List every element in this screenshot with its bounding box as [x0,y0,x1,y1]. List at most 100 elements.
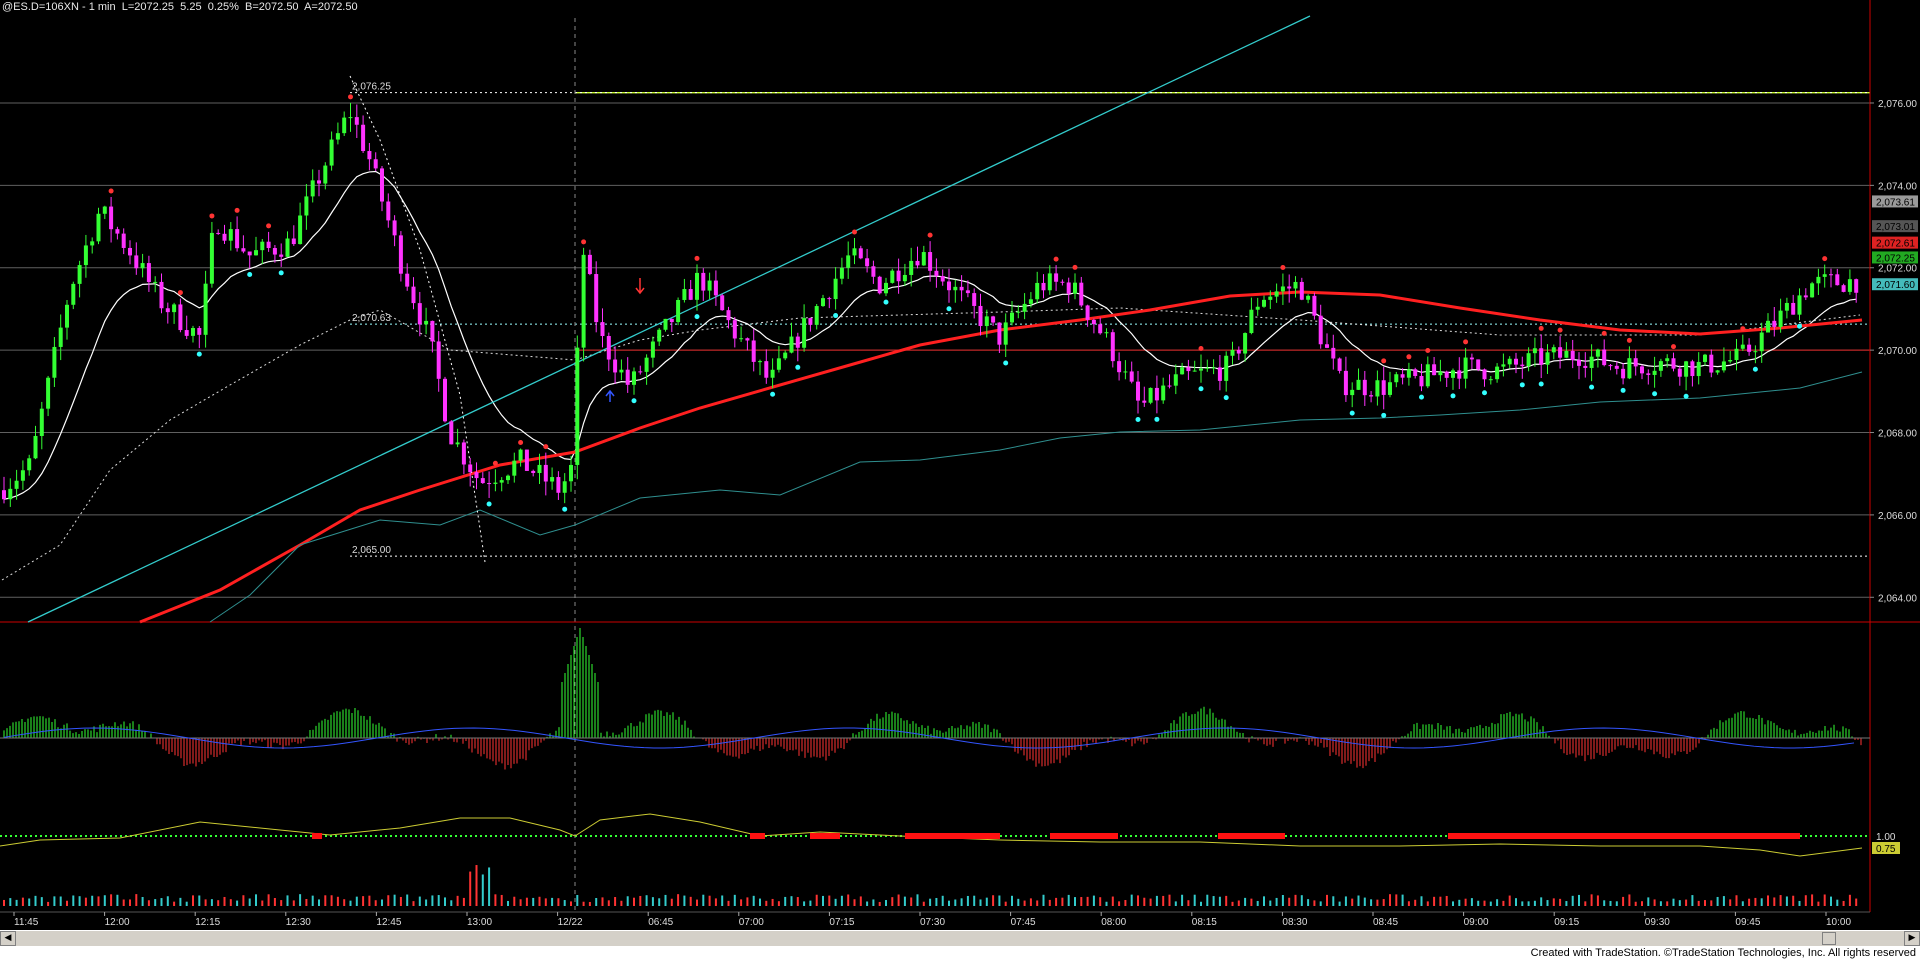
indicator-red-block [1050,833,1118,839]
candle-body [128,247,132,256]
candle-body [1343,370,1348,396]
pivot-low-dot [631,398,637,404]
scroll-left-button[interactable]: ◀ [0,931,16,946]
candle-body [1054,273,1059,282]
time-tick-label: 08:30 [1282,917,1307,928]
candle-body [865,258,870,267]
time-tick-label: 07:00 [739,917,764,928]
candle-body [839,267,844,279]
candle-body [802,318,807,348]
price-tick-label: 2,068.00 [1878,429,1917,440]
candle-body [430,320,435,342]
time-tick-label: 08:15 [1192,917,1217,928]
candle-body [1539,348,1544,365]
candle-body [317,180,321,184]
pivot-low-dot [1752,366,1758,372]
candle-body [8,488,13,500]
candle-body [1180,367,1185,375]
pivot-low-dot [278,270,284,276]
pivot-low-dot [1519,382,1525,388]
candle-body [1816,276,1821,284]
candle-body [109,206,114,230]
candle-body [1419,375,1424,387]
symbol-label: @ES.D=106XN [2,1,79,13]
candle-body [1677,368,1682,377]
candle-body [1627,358,1632,379]
candle-body [871,266,876,277]
candle-body [1551,347,1556,353]
candle-body [1230,349,1235,356]
candle-body [770,369,775,378]
candle-body [1835,274,1840,286]
pivot-high-dot [581,239,587,245]
candle-body [159,281,164,309]
scroll-right-button[interactable]: ▶ [1904,931,1920,946]
candle-body [367,151,372,160]
candle-body [1249,309,1254,334]
chart-window[interactable]: @ES.D=106XN - 1 min L=2072.25 5.25 0.25%… [0,0,1920,962]
candle-body [537,464,542,474]
pivot-high-dot [543,444,549,450]
indicator-tick-label: 1.00 [1876,832,1896,843]
pivot-low-dot [196,351,202,357]
candle-body [909,260,914,275]
candle-body [323,165,328,184]
pivot-high-dot [234,207,240,213]
candle-body [480,478,485,484]
candle-body [1217,367,1222,381]
footer-credit: Created with TradeStation. ©TradeStation… [1530,947,1916,959]
candle-body [1243,333,1248,354]
candle-body [304,196,309,216]
indicator-red-block [1218,833,1285,839]
candle-body [1759,332,1764,352]
candle-body [1167,385,1172,387]
candle-body [550,477,555,482]
candle-body [1299,281,1304,300]
pivot-high-dot [492,460,498,466]
candle-body [1060,281,1065,283]
candle-body [329,139,334,166]
candle-body [1526,353,1531,367]
candle-body [669,318,674,323]
candle-body [625,369,630,385]
candle-body [1129,371,1134,382]
candle-body [1148,387,1153,403]
candle-body [814,306,819,325]
candle-body [606,336,611,360]
candle-body [512,460,517,476]
time-tick-label: 08:45 [1373,917,1398,928]
pivot-low-dot [1154,416,1160,422]
interval-label: 1 min [88,1,116,13]
price-annotation: 2,065.00 [352,545,391,556]
candle-body [266,241,271,249]
candle-body [1123,371,1128,373]
candle-body [1665,358,1670,362]
pivot-high-dot [348,94,353,100]
candle-body [650,341,655,358]
pivot-high-dot [1280,265,1286,271]
price-marker-label: 2,072.25 [1876,253,1915,264]
candle-body [1715,370,1720,373]
price-tick-label: 2,066.00 [1878,511,1917,522]
candle-body [1066,282,1071,294]
candle-body [140,263,145,269]
candle-body [1312,295,1317,316]
price-chart-svg[interactable]: 2,064.00 2,066.00 2,068.00 2,070.00 2,072.00… [0,0,1920,930]
pivot-low-dot [694,314,700,320]
candle-body [184,330,189,336]
candle-body [1073,282,1077,294]
pivot-high-dot [852,229,857,235]
pivot-low-dot [770,391,776,397]
candle-body [1451,370,1455,378]
candle-body [896,270,901,282]
bid-price: B=2072.50 [245,1,299,13]
candle-body [203,283,208,335]
scroll-thumb[interactable] [1822,932,1836,945]
candle-body [890,270,895,283]
candle-body [1482,369,1487,380]
candle-body [991,316,996,323]
candle-body [1154,387,1159,401]
candle-body [1602,349,1607,366]
candle-body [228,229,233,241]
time-tick-label: 09:15 [1554,917,1579,928]
